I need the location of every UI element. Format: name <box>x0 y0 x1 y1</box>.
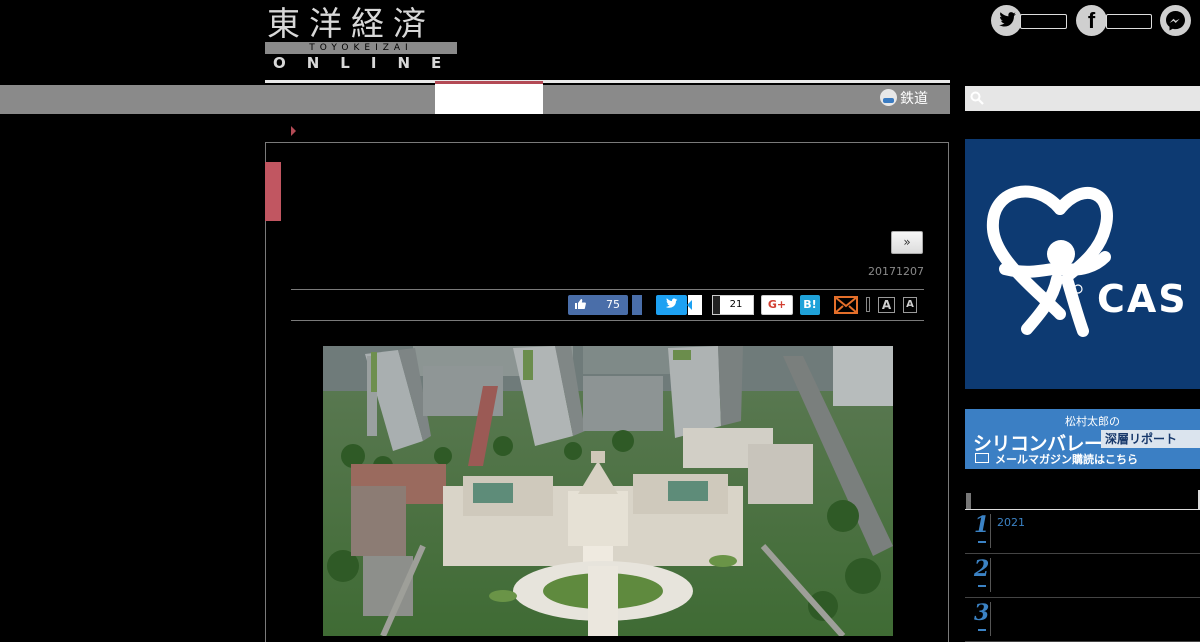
twitter-icon <box>998 12 1016 27</box>
pocket-button[interactable]: 21 <box>712 295 754 315</box>
mail-icon <box>834 296 858 314</box>
ad-newsletter-author: 松村太郎の <box>1065 415 1120 428</box>
series-more-button[interactable]: » <box>891 231 923 254</box>
pocket-count: 21 <box>729 299 743 310</box>
logo-subtitle: TOYOKEIZAI <box>309 43 413 53</box>
twitter-count-box <box>1020 14 1067 29</box>
print-button[interactable] <box>866 297 870 312</box>
like-count: 75 <box>606 298 620 311</box>
share-divider-bottom <box>291 320 924 321</box>
search-icon[interactable] <box>970 91 984 109</box>
twitter-follow-button[interactable] <box>991 5 1022 36</box>
messenger-icon <box>1166 11 1185 31</box>
ranking-title: 2021 <box>997 516 1025 529</box>
twitter-icon <box>665 298 677 308</box>
search-input[interactable] <box>965 86 1200 111</box>
share-divider-top <box>291 289 924 290</box>
facebook-share-button[interactable] <box>632 295 642 315</box>
ranking-number: 3 <box>974 600 990 631</box>
hatena-bookmark-button[interactable]: B! <box>800 295 820 315</box>
font-size-small-button[interactable]: A <box>903 297 917 313</box>
mail-share-button[interactable] <box>834 296 858 314</box>
ranking-divider <box>990 514 991 548</box>
article-title-accent <box>265 162 281 221</box>
tweet-count-badge <box>687 295 702 315</box>
sidebar-ad-cas[interactable]: CAS <box>965 139 1200 389</box>
nav-item-rail[interactable]: 鉄道 <box>880 88 928 110</box>
ad-newsletter-cta: メールマガジン購読はこちら <box>995 453 1138 466</box>
ad-newsletter-badge: 深層リポート <box>1101 430 1200 448</box>
ranking-divider <box>990 602 991 636</box>
article-date: 20171207 <box>868 265 924 278</box>
envelope-icon <box>975 453 989 463</box>
ranking-divider <box>990 558 991 592</box>
facebook-like-button[interactable]: 75 <box>568 295 628 315</box>
logo-kanji: 東洋経済 <box>267 4 435 43</box>
train-icon <box>880 89 897 106</box>
tweet-button[interactable] <box>656 295 687 315</box>
nav-active-tab[interactable] <box>435 81 543 114</box>
sidebar-ad-newsletter[interactable]: 松村太郎の シリコンバレー 深層リポート メールマガジン購読はこちら <box>965 409 1200 469</box>
logo-online: ONLINE <box>273 54 463 72</box>
ad-cas-text: CAS <box>1097 277 1188 321</box>
ranking-number: 1 <box>974 512 990 543</box>
facebook-follow-button[interactable]: f <box>1076 5 1107 36</box>
nav-item-rail-label: 鉄道 <box>900 91 928 107</box>
breadcrumb-arrow-icon <box>291 126 296 136</box>
nav-top-line <box>265 80 950 83</box>
cas-heart-logo-icon <box>986 185 1113 337</box>
ranking-number: 2 <box>974 556 990 587</box>
font-size-large-button[interactable]: A <box>878 297 895 313</box>
ranking-item[interactable]: 2 <box>965 554 1200 598</box>
ranking-item[interactable]: 3 <box>965 598 1200 642</box>
messenger-button[interactable] <box>1160 5 1191 36</box>
ranking-header <box>965 490 1200 510</box>
article-main-photo <box>323 346 893 636</box>
ranking-item[interactable]: 1 2021 <box>965 510 1200 554</box>
facebook-count-box <box>1106 14 1152 29</box>
site-logo[interactable]: 東洋経済 TOYOKEIZAI ONLINE <box>265 4 463 72</box>
thumbs-up-icon <box>574 295 586 315</box>
google-plus-button[interactable]: G+ <box>761 295 793 315</box>
facebook-icon: f <box>1087 8 1096 33</box>
